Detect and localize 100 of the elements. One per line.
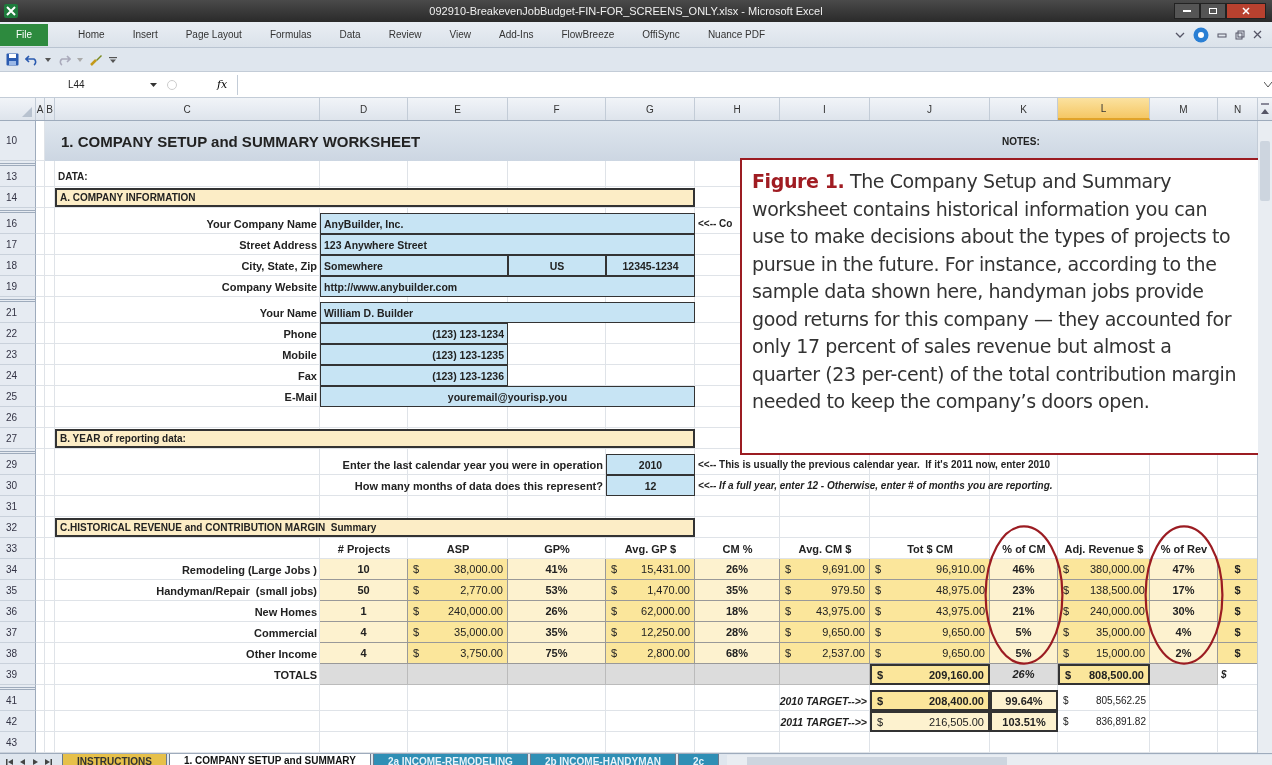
last-sheet-icon[interactable] <box>44 757 52 765</box>
save-icon[interactable] <box>6 53 19 66</box>
table-cell: 4% <box>1150 622 1218 643</box>
table-cell: 41% <box>508 559 606 580</box>
name-box[interactable]: L44 <box>0 79 120 90</box>
row-label: Other Income <box>245 646 318 662</box>
row-header[interactable]: 43 <box>0 732 36 753</box>
maximize-button[interactable] <box>1200 3 1226 19</box>
column-header[interactable]: B <box>45 98 55 120</box>
file-tab[interactable]: File <box>0 23 48 46</box>
row-header[interactable]: 38 <box>0 643 36 664</box>
table-cell: 17% <box>1150 580 1218 601</box>
row-header[interactable]: 10 <box>0 121 36 161</box>
ribbon-tab[interactable]: Formulas <box>255 29 326 40</box>
column-header[interactable]: E <box>408 98 508 120</box>
row-header[interactable]: 26 <box>0 407 36 428</box>
column-header[interactable]: A <box>36 98 45 120</box>
row-header[interactable]: 34 <box>0 559 36 580</box>
dropdown-caret-icon[interactable] <box>45 57 51 62</box>
column-header[interactable]: I <box>780 98 870 120</box>
ribbon-tab[interactable]: Home <box>64 29 119 40</box>
horizontal-scrollbar[interactable] <box>727 755 1272 765</box>
column-header[interactable]: M <box>1150 98 1218 120</box>
row-header[interactable]: 36 <box>0 601 36 622</box>
table-cell: $ 2,770.00 <box>408 580 508 601</box>
row-header[interactable]: 39 <box>0 664 36 685</box>
previous-sheet-icon[interactable] <box>20 757 26 765</box>
row-header[interactable]: 37 <box>0 622 36 643</box>
row-header[interactable]: 25 <box>0 386 36 407</box>
row-header[interactable]: 19 <box>0 276 36 297</box>
column-heading: GP% <box>543 541 571 557</box>
row-header[interactable]: 35 <box>0 580 36 601</box>
row-header[interactable]: 31 <box>0 496 36 517</box>
row-header[interactable]: 23 <box>0 344 36 365</box>
row-header[interactable]: 32 <box>0 517 36 538</box>
column-header[interactable]: C <box>55 98 320 120</box>
ribbon-tab[interactable]: Nuance PDF <box>693 29 780 40</box>
expand-caret-icon[interactable] <box>1264 82 1272 87</box>
dropdown-caret-icon[interactable] <box>150 82 157 87</box>
target-label: 2011 TARGET-->> <box>779 714 868 730</box>
sheet-tab[interactable]: INSTRUCTIONS <box>62 754 167 765</box>
row-header[interactable]: 42 <box>0 711 36 732</box>
table-cell: 123 Anywhere Street <box>320 234 695 255</box>
close-icon[interactable] <box>1253 30 1262 39</box>
ribbon-tab[interactable]: Add-Ins <box>485 29 548 40</box>
row-header[interactable]: 16 <box>0 213 36 234</box>
table-cell-text: DATA: <box>57 170 89 184</box>
row-header[interactable]: 27 <box>0 428 36 449</box>
column-header[interactable]: G <box>606 98 695 120</box>
corner-triangle-icon <box>22 107 32 117</box>
table-cell: 21% <box>990 601 1058 622</box>
minimize-icon[interactable] <box>1217 30 1227 39</box>
table-cell: AnyBuilder, Inc. <box>320 213 695 234</box>
column-heading: CM % <box>721 541 754 557</box>
note-text: <<-- Co <box>697 217 734 231</box>
row-header[interactable]: 41 <box>0 690 36 711</box>
column-header[interactable]: L <box>1058 98 1150 120</box>
ribbon-tab[interactable]: OffiSync <box>628 29 694 40</box>
row-label: Handyman/Repair (small jobs) <box>155 583 318 599</box>
ribbon-tab[interactable]: Insert <box>118 29 172 40</box>
row-header[interactable]: 24 <box>0 365 36 386</box>
minimize-button[interactable] <box>1174 3 1200 19</box>
first-sheet-icon[interactable] <box>6 757 14 765</box>
ribbon-tab[interactable]: Data <box>325 29 375 40</box>
column-header[interactable]: F <box>508 98 606 120</box>
ribbon-tab[interactable]: Page Layout <box>171 29 256 40</box>
figure-caption: Figure 1. The Company Setup and Summary worksheet contains historical information you can use to make decisions about the types of projects to pursue in the future. For instance, according to the sample data shown here, handyman jobs provide good returns for this company — they accounted for only 17 percent of sales revenue but almost a quarter (23 per-cent) of the total contribution margin needed to keep the company’s doors open. <box>740 158 1258 455</box>
close-button[interactable] <box>1226 3 1266 19</box>
row-label: TOTALS <box>273 667 318 683</box>
row-header[interactable]: 33 <box>0 538 36 559</box>
row-header[interactable]: 17 <box>0 234 36 255</box>
restore-icon[interactable] <box>1235 29 1245 40</box>
insert-function-button[interactable]: fx <box>217 78 228 91</box>
collapse-ribbon-icon[interactable] <box>1175 30 1185 39</box>
row-header[interactable]: 30 <box>0 475 36 496</box>
ribbon-tab[interactable]: FlowBreeze <box>547 29 629 40</box>
column-header[interactable]: D <box>320 98 408 120</box>
row-header[interactable]: 29 <box>0 454 36 475</box>
column-header[interactable]: H <box>695 98 780 120</box>
note-text: <<-- If a full year, enter 12 - Otherwise, enter # of months you are reporting. <box>697 479 1054 493</box>
customize-caret-icon[interactable] <box>109 56 117 63</box>
column-header[interactable]: N <box>1218 98 1258 120</box>
row-header[interactable]: 13 <box>0 166 36 187</box>
ribbon-tab[interactable]: View <box>435 29 485 40</box>
row-label: Fax <box>297 368 318 384</box>
column-header[interactable]: J <box>870 98 990 120</box>
next-sheet-icon[interactable] <box>32 757 38 765</box>
row-header[interactable]: 21 <box>0 302 36 323</box>
vertical-scrollbar[interactable] <box>1257 121 1272 753</box>
column-heading: Tot $ CM <box>906 541 954 557</box>
row-label: Your Company Name <box>205 216 318 232</box>
section-header: A. COMPANY INFORMATION <box>55 188 695 207</box>
sheet-tab[interactable]: 1. COMPANY SETUP and SUMMARY <box>169 754 371 765</box>
undo-icon[interactable] <box>25 53 39 66</box>
scroll-up-icon[interactable] <box>1260 103 1270 115</box>
row-header[interactable]: 14 <box>0 187 36 208</box>
row-header[interactable]: 22 <box>0 323 36 344</box>
table-cell: $ 216,505.00 <box>870 711 990 732</box>
ribbon-tab[interactable]: Review <box>374 29 436 40</box>
row-header[interactable]: 18 <box>0 255 36 276</box>
